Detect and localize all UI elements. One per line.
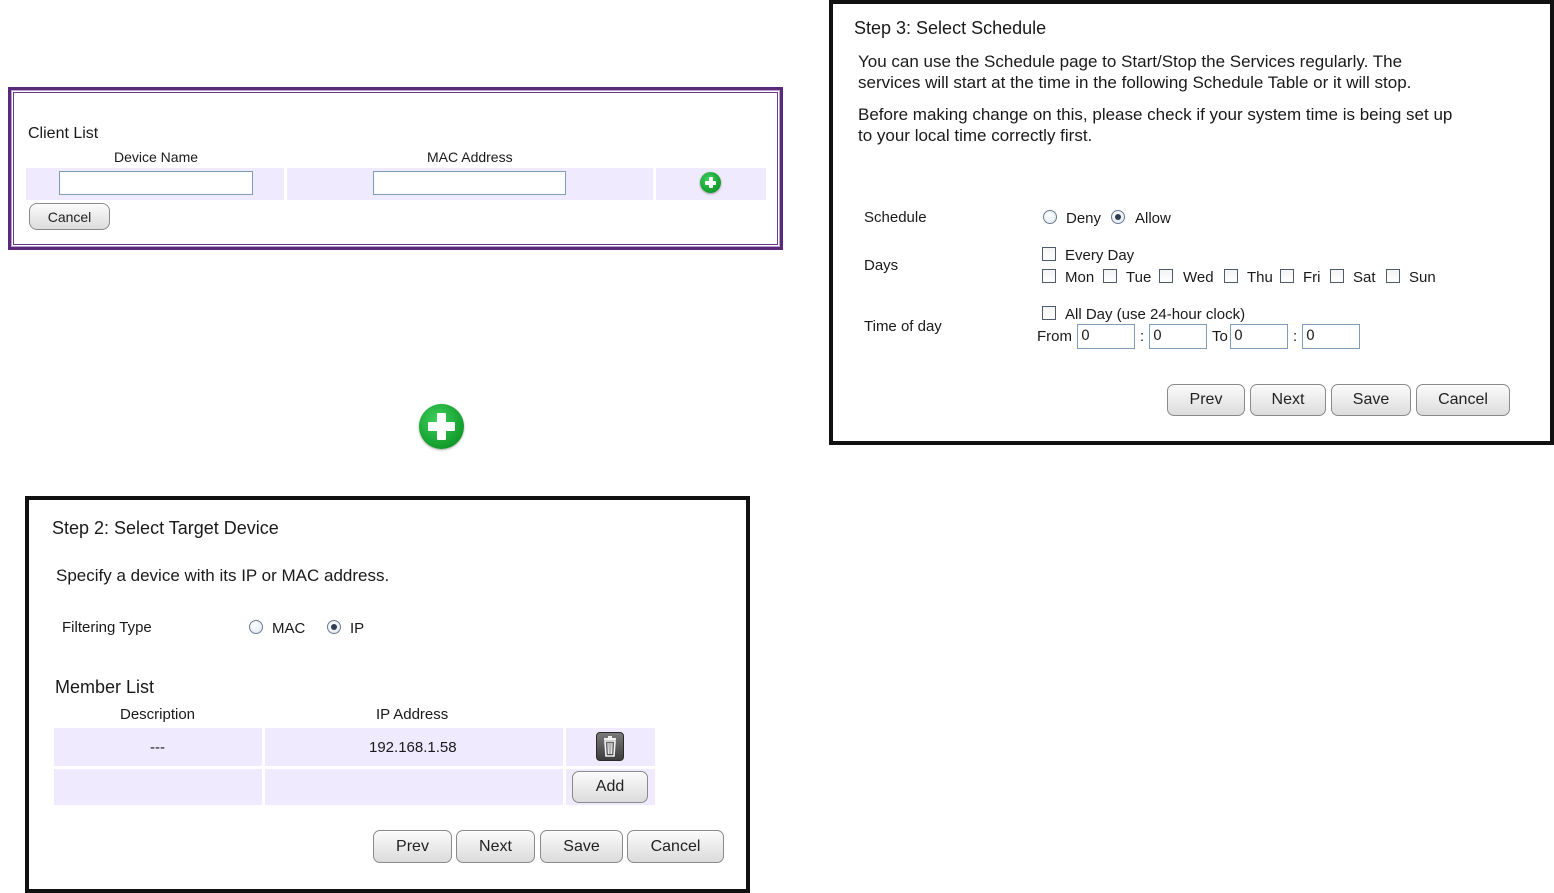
day-tue-label: Tue	[1126, 269, 1152, 286]
day-wed-checkbox[interactable]	[1159, 269, 1173, 283]
day-thu-label: Thu	[1247, 269, 1273, 286]
day-sun-label: Sun	[1409, 269, 1436, 286]
every-day-checkbox[interactable]	[1042, 247, 1056, 261]
time-of-day-label: Time of day	[864, 318, 942, 335]
day-sat-checkbox[interactable]	[1330, 269, 1344, 283]
col-ip-address: IP Address	[376, 706, 449, 723]
step2-prev-button[interactable]: Prev	[373, 830, 452, 863]
filtering-type-label: Filtering Type	[62, 619, 152, 636]
client-list-title: Client List	[28, 125, 99, 142]
day-sun-checkbox[interactable]	[1386, 269, 1400, 283]
plus-circle-icon	[419, 404, 464, 449]
col-mac-address: MAC Address	[427, 149, 513, 165]
to-hour-input[interactable]: 0	[1230, 324, 1288, 349]
step2-next-button[interactable]: Next	[456, 830, 535, 863]
day-fri-label: Fri	[1303, 269, 1321, 286]
step3-title: Step 3: Select Schedule	[854, 18, 1047, 38]
day-mon-checkbox[interactable]	[1042, 269, 1056, 283]
schedule-label: Schedule	[864, 209, 927, 226]
step3-para1-line1: You can use the Schedule page to Start/S…	[858, 52, 1403, 71]
member-add-row-cell-2	[265, 769, 563, 805]
step3-para2-line2: to your local time correctly first.	[858, 126, 1093, 145]
step3-para1-line2: services will start at the time in the f…	[858, 73, 1412, 92]
day-wed-label: Wed	[1183, 269, 1214, 286]
day-mon-label: Mon	[1065, 269, 1095, 286]
step3-cancel-button[interactable]: Cancel	[1416, 384, 1510, 416]
member-row-description: ---	[150, 739, 165, 756]
member-add-row-cell-1	[54, 769, 262, 805]
to-label: To	[1212, 328, 1228, 345]
from-label: From	[1037, 328, 1072, 345]
schedule-allow-radio[interactable]	[1111, 210, 1125, 224]
all-day-label: All Day (use 24-hour clock)	[1065, 306, 1246, 323]
step2-instruction: Specify a device with its IP or MAC addr…	[56, 566, 390, 585]
step3-para2-line1: Before making change on this, please che…	[858, 105, 1453, 124]
device-name-input[interactable]	[59, 171, 253, 195]
step3-save-button[interactable]: Save	[1331, 384, 1411, 416]
client-list-cancel-button[interactable]: Cancel	[29, 203, 110, 230]
add-client-plus-icon[interactable]	[700, 172, 721, 193]
filter-mac-label: MAC	[272, 620, 306, 637]
filter-ip-radio[interactable]	[327, 620, 341, 634]
from-colon: :	[1140, 328, 1145, 345]
step2-save-button[interactable]: Save	[540, 830, 623, 863]
col-device-name: Device Name	[114, 149, 199, 165]
filter-ip-label: IP	[350, 620, 365, 637]
step3-prev-button[interactable]: Prev	[1167, 384, 1245, 416]
member-add-button[interactable]: Add	[572, 771, 648, 803]
from-hour-input[interactable]: 0	[1077, 324, 1135, 349]
day-fri-checkbox[interactable]	[1280, 269, 1294, 283]
from-minute-input[interactable]: 0	[1149, 324, 1207, 349]
step3-next-button[interactable]: Next	[1250, 384, 1326, 416]
all-day-checkbox[interactable]	[1042, 306, 1056, 320]
every-day-label: Every Day	[1065, 247, 1135, 264]
schedule-deny-label: Deny	[1066, 210, 1102, 227]
filter-mac-radio[interactable]	[249, 620, 263, 634]
step2-cancel-button[interactable]: Cancel	[627, 830, 724, 863]
col-description: Description	[120, 706, 196, 723]
to-minute-input[interactable]: 0	[1302, 324, 1360, 349]
member-row-ip-address: 192.168.1.58	[369, 739, 457, 756]
mac-address-input[interactable]	[373, 171, 566, 195]
day-tue-checkbox[interactable]	[1103, 269, 1117, 283]
step2-title: Step 2: Select Target Device	[52, 518, 279, 538]
day-thu-checkbox[interactable]	[1224, 269, 1238, 283]
schedule-deny-radio[interactable]	[1043, 210, 1057, 224]
member-list-title: Member List	[55, 677, 155, 697]
days-label: Days	[864, 257, 899, 274]
day-sat-label: Sat	[1353, 269, 1376, 286]
schedule-allow-label: Allow	[1135, 210, 1171, 227]
to-colon: :	[1293, 328, 1298, 345]
trash-icon[interactable]	[596, 732, 624, 761]
